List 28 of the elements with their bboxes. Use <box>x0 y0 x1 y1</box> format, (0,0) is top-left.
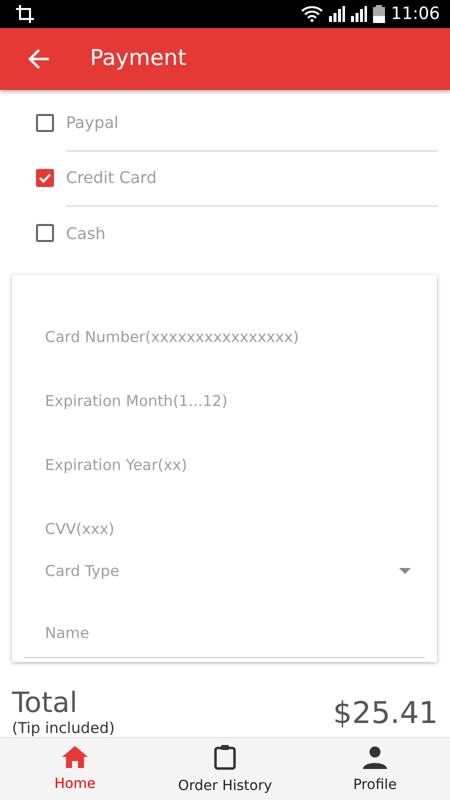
nav-tab[interactable]: Home <box>0 738 150 800</box>
input-field[interactable]: Name <box>24 612 425 658</box>
crop-icon <box>16 4 34 23</box>
battery-icon <box>373 4 385 23</box>
home-icon <box>62 746 88 768</box>
status-time: 11:06 <box>391 4 440 24</box>
dropdown-caret-icon <box>399 568 411 574</box>
back-button[interactable] <box>28 48 50 69</box>
total-label: Total <box>12 688 78 719</box>
signal-icon <box>329 6 345 22</box>
checkbox[interactable] <box>36 224 54 242</box>
checkbox[interactable] <box>36 169 54 188</box>
nav-tab[interactable]: Order History <box>150 738 300 800</box>
input-field[interactable]: Expiration Month(1...12) <box>24 368 425 433</box>
wifi-icon <box>301 6 323 22</box>
input-field[interactable]: Expiration Year(xx) <box>24 432 425 497</box>
app-bar-title: Payment <box>90 46 186 72</box>
clipboard-icon <box>214 744 236 770</box>
checkbox[interactable] <box>36 114 54 132</box>
payment-option-label: Paypal <box>66 94 438 152</box>
signal-icon <box>351 6 367 22</box>
payment-option-label: Credit Card <box>66 150 438 207</box>
tip-note: (Tip included) <box>12 718 115 737</box>
payment-option-label: Cash <box>66 222 106 245</box>
input-field[interactable]: Card Number(xxxxxxxxxxxxxxxx) <box>24 304 425 369</box>
total-amount: $25.41 <box>333 696 438 731</box>
person-icon <box>363 744 387 769</box>
nav-tab[interactable]: Profile <box>300 738 450 800</box>
